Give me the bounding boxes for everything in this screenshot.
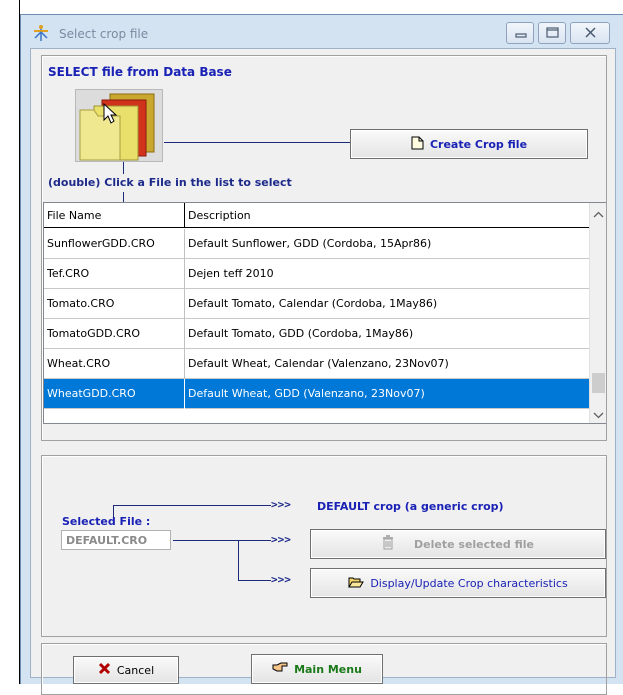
connector-line <box>238 540 239 580</box>
table-row[interactable]: Wheat.CRO Default Wheat, Calendar (Valen… <box>44 349 589 379</box>
delete-selected-file-button[interactable]: Delete selected file <box>310 529 606 559</box>
connector-line <box>113 505 271 506</box>
description-cell: Default Wheat, Calendar (Valenzano, 23No… <box>188 357 449 370</box>
file-name-cell: Wheat.CRO <box>44 349 185 379</box>
connector-line <box>123 162 124 174</box>
section-heading: SELECT file from Data Base <box>48 65 232 79</box>
file-name-cell: SunflowerGDD.CRO <box>44 229 185 259</box>
cancel-button-label: Cancel <box>116 663 155 677</box>
cancel-button[interactable]: Cancel <box>73 656 179 684</box>
pointing-hand-icon <box>272 662 288 676</box>
open-folder-icon <box>348 576 365 591</box>
connector-line <box>238 580 271 581</box>
scroll-up-arrow-icon[interactable] <box>593 209 604 222</box>
column-header-file-name[interactable]: File Name <box>44 203 185 228</box>
aquacrop-icon <box>31 23 51 43</box>
default-arrow: >>> <box>271 498 291 511</box>
close-button[interactable] <box>570 22 610 44</box>
connector-line <box>123 192 124 202</box>
scroll-down-arrow-icon[interactable] <box>593 409 604 422</box>
dialog-window: Select crop file SELECT file from Data B… <box>20 14 623 695</box>
selected-file-field[interactable]: DEFAULT.CRO <box>61 530 171 550</box>
connector-line <box>164 142 350 143</box>
table-row[interactable]: Tef.CRO Dejen teff 2010 <box>44 259 589 289</box>
selected-file-label: Selected File : <box>62 515 151 528</box>
table-row[interactable]: TomatoGDD.CRO Default Tomato, GDD (Cordo… <box>44 319 589 349</box>
column-header-description[interactable]: Description <box>185 203 589 228</box>
display-button-label: Display/Update Crop characteristics <box>370 576 568 590</box>
display-update-crop-button[interactable]: Display/Update Crop characteristics <box>310 568 606 598</box>
table-row-selected[interactable]: WheatGDD.CRO Default Wheat, GDD (Valenza… <box>44 379 589 409</box>
folder-stack-icon[interactable] <box>75 89 163 162</box>
crop-file-table: File Name Description SunflowerGDD.CRO D… <box>43 202 606 424</box>
table-row[interactable]: Tomato.CRO Default Tomato, Calendar (Cor… <box>44 289 589 319</box>
trash-can-icon <box>382 535 394 553</box>
red-x-icon <box>98 662 111 678</box>
window-title: Select crop file <box>59 27 149 41</box>
main-menu-button-label: Main Menu <box>294 662 362 676</box>
scrollbar-thumb[interactable] <box>592 373 605 393</box>
create-crop-file-button[interactable]: Create Crop file <box>350 129 588 159</box>
description-cell: Default Tomato, Calendar (Cordoba, 1May8… <box>188 297 438 310</box>
description-cell: Default Tomato, GDD (Cordoba, 1May86) <box>188 327 414 340</box>
create-button-label: Create Crop file <box>429 137 528 151</box>
table-header: File Name Description <box>44 203 589 228</box>
main-menu-button[interactable]: Main Menu <box>251 654 383 684</box>
description-cell: Default Sunflower, GDD (Cordoba, 15Apr86… <box>188 237 432 250</box>
new-document-icon <box>411 136 424 153</box>
connector-line <box>173 540 271 541</box>
left-edge <box>0 0 20 684</box>
table-row[interactable]: SunflowerGDD.CRO Default Sunflower, GDD … <box>44 229 589 259</box>
file-name-cell: Tef.CRO <box>44 259 185 289</box>
file-name-cell: TomatoGDD.CRO <box>44 319 185 349</box>
default-crop-text: DEFAULT crop (a generic crop) <box>317 500 504 513</box>
display-arrow: >>> <box>271 573 291 586</box>
file-name-cell: Tomato.CRO <box>44 289 185 319</box>
maximize-button[interactable] <box>538 22 566 44</box>
description-cell: Default Wheat, GDD (Valenzano, 23Nov07) <box>188 387 425 400</box>
instruction-text: (double) Click a File in the list to sel… <box>48 176 292 189</box>
table-scrollbar[interactable] <box>589 203 606 423</box>
delete-button-label: Delete selected file <box>414 537 534 551</box>
description-cell: Dejen teff 2010 <box>188 267 274 280</box>
title-bar: Select crop file <box>21 15 623 49</box>
dialog-client: SELECT file from Data Base Create Crop f… <box>30 48 616 695</box>
file-name-cell: WheatGDD.CRO <box>44 379 185 409</box>
minimize-button[interactable] <box>506 22 534 44</box>
delete-arrow: >>> <box>271 533 291 546</box>
